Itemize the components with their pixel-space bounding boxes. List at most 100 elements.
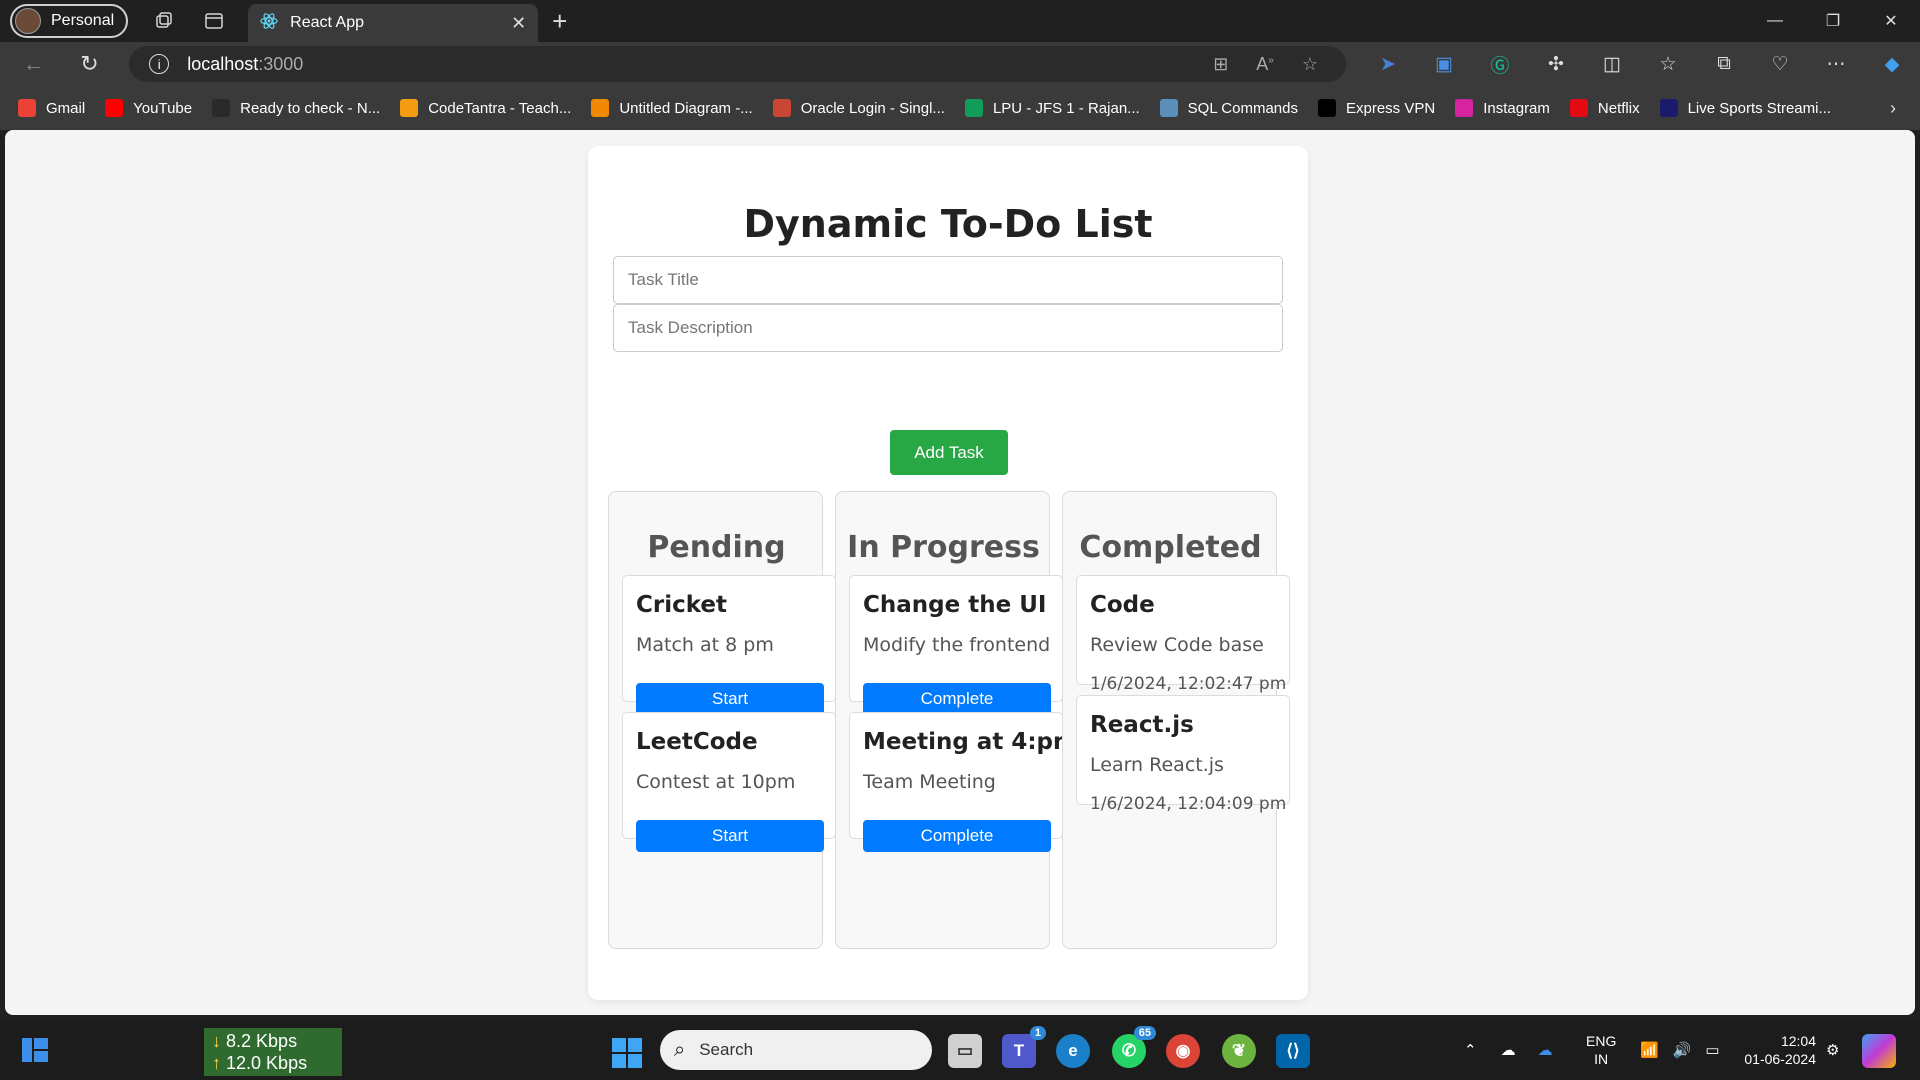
language-indicator[interactable]: ENG IN (1586, 1032, 1616, 1068)
nu-icon (212, 99, 231, 117)
bookmark-label: Ready to check - N... (240, 99, 381, 117)
window-controls: — ❐ ✕ (1746, 0, 1920, 42)
copilot-icon[interactable]: ◆ (1864, 53, 1920, 76)
upload-speed: 12.0 Kbps (226, 1053, 308, 1073)
task-description: Review Code base (1090, 634, 1264, 656)
search-icon: ⌕ (674, 1038, 686, 1061)
todo-app-card: Dynamic To-Do List Add Task Pending Cric… (588, 146, 1308, 1000)
complete-button[interactable]: Complete (863, 683, 1051, 715)
browser-essentials-icon[interactable]: ♡ (1752, 53, 1808, 76)
app-available-icon[interactable]: ⊞ (1213, 54, 1228, 75)
show-hidden-icons-icon[interactable]: ⌃ (1464, 1041, 1477, 1059)
bookmark-item[interactable]: Netflix (1569, 99, 1640, 117)
cursor-extension-icon[interactable]: ➤ (1360, 53, 1416, 76)
address-bar[interactable]: i localhost:3000 ⊞ A» ☆ (129, 46, 1346, 82)
settings-gear-icon[interactable]: ⚙ (1826, 1020, 1839, 1080)
bookmark-item[interactable]: YouTube (105, 99, 192, 117)
taskbar-search[interactable]: ⌕ Search (660, 1030, 932, 1070)
task-card: React.js Learn React.js 1/6/2024, 12:04:… (1076, 695, 1290, 814)
plus-icon (964, 99, 983, 117)
bookmark-label: Express VPN (1346, 99, 1436, 117)
in-progress-column: In Progress Change the UI Modify the fro… (835, 491, 1077, 949)
bookmark-label: SQL Commands (1187, 99, 1298, 117)
bookmark-label: CodeTantra - Teach... (428, 99, 572, 117)
bookmark-item[interactable]: CodeTantra - Teach... (400, 99, 571, 117)
task-description-input[interactable] (613, 304, 1283, 352)
url-host: localhost (187, 53, 259, 74)
bookmark-item[interactable]: Express VPN (1318, 99, 1435, 117)
close-window-icon[interactable]: ✕ (1862, 0, 1920, 42)
bookmark-item[interactable]: LPU - JFS 1 - Rajan... (964, 99, 1140, 117)
quick-settings[interactable]: 📶 🔊 ▭ (1640, 1020, 1720, 1080)
minimize-icon[interactable]: — (1746, 0, 1804, 42)
bookmark-label: Instagram (1483, 99, 1550, 117)
workspaces-icon[interactable] (150, 7, 178, 35)
bookmark-item[interactable]: Instagram (1455, 99, 1550, 117)
onedrive-personal-icon[interactable]: ☁ (1501, 1041, 1516, 1059)
chrome-icon[interactable]: ◉ (1166, 1034, 1200, 1068)
completed-timestamp: 1/6/2024, 12:02:47 pm (1090, 674, 1287, 694)
new-tab-icon[interactable]: + (552, 6, 567, 37)
bookmark-item[interactable]: Oracle Login - Singl... (772, 99, 945, 117)
task-title-input[interactable] (613, 256, 1283, 304)
bookmark-item[interactable]: Gmail (18, 99, 85, 117)
restore-icon[interactable]: ❐ (1804, 0, 1862, 42)
copilot-taskbar-icon[interactable] (1862, 1034, 1896, 1068)
pending-column: Pending Cricket Match at 8 pm Start Leet… (608, 491, 836, 949)
favorites-icon[interactable]: ☆ (1640, 53, 1696, 76)
close-tab-icon[interactable]: ✕ (511, 13, 526, 34)
column-title: Pending (647, 530, 786, 565)
task-view-icon[interactable]: ▭ (948, 1034, 982, 1068)
task-description: Modify the frontend (863, 634, 1051, 656)
teams-icon[interactable]: T1 (1002, 1026, 1046, 1068)
bookmarks-overflow-icon[interactable]: › (1890, 98, 1896, 119)
gmail-icon (18, 99, 36, 117)
vscode-icon[interactable]: ⟨⟩ (1276, 1034, 1310, 1068)
split-screen-icon[interactable]: ◫ (1584, 53, 1640, 76)
tab-react-app[interactable]: React App ✕ (248, 4, 539, 42)
bookmark-label: Gmail (46, 99, 86, 117)
clock[interactable]: 12:04 01-06-2024 (1736, 1032, 1816, 1068)
wifi-icon: 📶 (1640, 1042, 1659, 1059)
bookmark-item[interactable]: Ready to check - N... (212, 99, 380, 117)
windows-start-icon[interactable] (612, 1038, 642, 1068)
bookmark-item[interactable]: Live Sports Streami... (1659, 99, 1831, 117)
bookmark-item[interactable]: Untitled Diagram -... (591, 99, 753, 117)
whatsapp-icon[interactable]: ✆ 65 (1112, 1026, 1156, 1068)
site-info-icon[interactable]: i (149, 54, 170, 74)
widgets-icon[interactable] (20, 1036, 50, 1064)
complete-button[interactable]: Complete (863, 820, 1051, 852)
task-card: Change the UI Modify the frontend Comple… (849, 575, 1063, 715)
screen-extension-icon[interactable]: ▣ (1416, 53, 1472, 76)
bookmark-label: YouTube (133, 99, 193, 117)
completed-column: Completed Code Review Code base 1/6/2024… (1062, 491, 1290, 949)
codetantra-icon (400, 99, 419, 117)
teams-badge: 1 (1029, 1026, 1046, 1040)
task-name: Code (1090, 592, 1155, 618)
edge-icon[interactable]: e (1056, 1034, 1090, 1068)
address-toolbar: ← ↻ i localhost:3000 ⊞ A» ☆ ➤ ▣ Ⓖ ✣ ◫ ☆ … (0, 42, 1920, 86)
start-button[interactable]: Start (636, 820, 824, 852)
network-speed-meter: ↓ 8.2 Kbps ↑ 12.0 Kbps (204, 1028, 342, 1076)
read-aloud-icon[interactable]: A» (1256, 54, 1274, 75)
start-button[interactable]: Start (636, 683, 824, 715)
task-card: Code Review Code base 1/6/2024, 12:02:47… (1076, 575, 1290, 694)
profile-button[interactable]: Personal (10, 4, 129, 38)
more-options-icon[interactable]: ⋯ (1808, 53, 1864, 76)
whatsapp-badge: 65 (1133, 1026, 1156, 1040)
oracle-icon (772, 99, 791, 117)
add-task-button[interactable]: Add Task (890, 430, 1008, 475)
back-icon[interactable]: ← (16, 46, 52, 82)
bookmark-item[interactable]: SQL Commands (1159, 99, 1298, 117)
tab-actions-icon[interactable] (200, 7, 228, 35)
tab-title: React App (290, 14, 364, 31)
system-tray: ⌃ ☁ ☁ (1464, 1020, 1553, 1080)
favorite-star-icon[interactable]: ☆ (1302, 54, 1318, 75)
onedrive-icon[interactable]: ☁ (1538, 1041, 1553, 1059)
spring-tool-icon[interactable]: ❦ (1222, 1034, 1256, 1068)
grammarly-icon[interactable]: Ⓖ (1472, 51, 1528, 78)
refresh-icon[interactable]: ↻ (72, 46, 108, 82)
collections-icon[interactable]: ⧉ (1696, 53, 1752, 75)
task-description: Match at 8 pm (636, 634, 774, 656)
extensions-icon[interactable]: ✣ (1528, 53, 1584, 76)
